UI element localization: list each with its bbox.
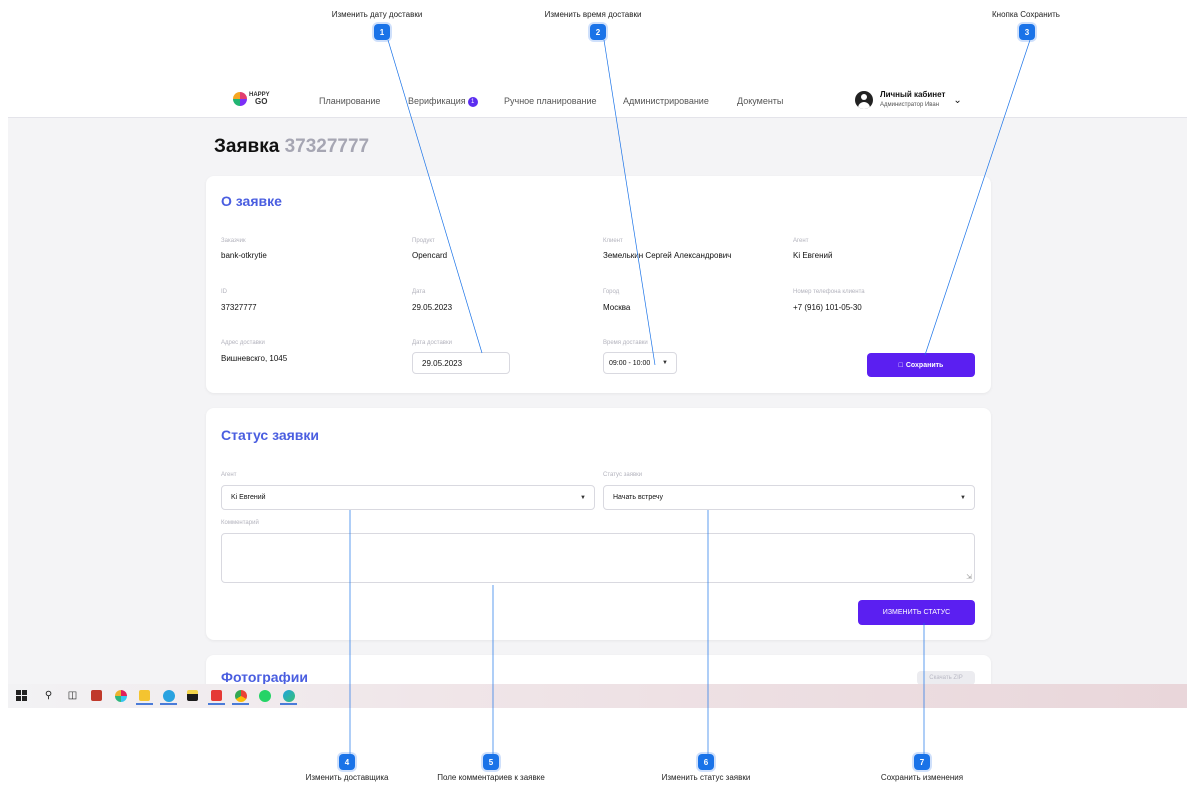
annotation-badge-1: 1: [374, 24, 390, 40]
delivery-date-input[interactable]: 29.05.2023: [412, 352, 510, 374]
annotation-label-5: Поле комментариев к заявке: [437, 773, 545, 782]
annotation-label-6: Изменить статус заявки: [661, 773, 751, 782]
resize-handle-icon[interactable]: ⇲: [966, 573, 972, 581]
verification-count-badge: 1: [467, 96, 478, 107]
delivery-time-value: 09:00 - 10:00: [609, 359, 651, 367]
annotation-badge-3: 3: [1019, 24, 1035, 40]
status-select[interactable]: Начать встречу ▼: [603, 485, 975, 510]
comment-textarea[interactable]: ⇲: [221, 533, 975, 583]
client-value: Земелькин Сергей Александрович: [603, 251, 732, 260]
annotation-badge-4: 4: [339, 754, 355, 770]
nav-documents[interactable]: Документы: [737, 96, 783, 106]
comment-label: Комментарий: [221, 520, 259, 526]
file-explorer-icon[interactable]: [136, 689, 153, 705]
search-icon[interactable]: ⚲: [42, 689, 55, 702]
phone-label: Номер телефона клиента: [793, 289, 865, 295]
customer-label: Заказчик: [221, 238, 246, 244]
id-label: ID: [221, 289, 227, 295]
windows-start-icon[interactable]: [15, 689, 28, 702]
address-label: Адрес доставки: [221, 340, 265, 346]
save-button[interactable]: □ Сохранить: [867, 353, 975, 377]
nav-verification-label: Верификация: [408, 96, 466, 106]
nav-verification[interactable]: Верификация 1: [408, 96, 478, 107]
product-label: Продукт: [412, 238, 435, 244]
id-value: 37327777: [221, 303, 257, 312]
annotation-label-4: Изменить доставщика: [305, 773, 389, 782]
caret-down-icon: ▼: [960, 494, 966, 501]
save-icon: □: [898, 361, 903, 369]
order-info-card: О заявке Заказчик bank-otkrytie Продукт …: [206, 176, 991, 393]
status-select-value: Начать встречу: [613, 494, 664, 501]
order-status-title: Статус заявки: [221, 427, 320, 443]
annotation-badge-6: 6: [698, 754, 714, 770]
top-navbar: HAPPY GO Планирование Верификация 1 Ручно…: [8, 84, 1187, 118]
photos-title: Фотографии: [221, 669, 309, 684]
delivery-time-select[interactable]: 09:00 - 10:00 ▼: [603, 352, 677, 374]
app-window: HAPPY GO Планирование Верификация 1 Ручно…: [8, 84, 1187, 684]
annotation-label-7: Сохранить изменения: [880, 773, 964, 782]
change-status-button[interactable]: ИЗМЕНИТЬ СТАТУС: [858, 600, 975, 625]
telegram-icon[interactable]: [160, 689, 177, 705]
agent-select-value: Ki Евгений: [231, 494, 266, 501]
order-number: 37327777: [284, 136, 370, 157]
annotation-label-2: Изменить время доставки: [544, 10, 642, 19]
logo-text-bottom: GO: [255, 97, 268, 106]
annotation-badge-2: 2: [590, 24, 606, 40]
date-label: Дата: [412, 289, 426, 295]
happygo-logo[interactable]: HAPPY GO: [233, 92, 270, 106]
delivery-time-label: Время доставки: [603, 340, 648, 346]
account-subtitle: Администратор Иван: [880, 102, 940, 108]
status-label: Статус заявки: [603, 472, 643, 478]
annotation-badge-7: 7: [914, 754, 930, 770]
phone-value: +7 (916) 101-05-30: [793, 303, 862, 312]
date-value: 29.05.2023: [412, 303, 453, 312]
city-label: Город: [603, 289, 620, 295]
account-title: Личный кабинет: [880, 90, 946, 99]
nav-planning[interactable]: Планирование: [319, 96, 380, 106]
slack-icon[interactable]: [114, 689, 127, 702]
edge-icon[interactable]: [280, 689, 297, 705]
product-value: Opencard: [412, 251, 448, 260]
account-menu[interactable]: Личный кабинет Администратор Иван ⌄: [855, 90, 962, 110]
task-view-icon[interactable]: ◫: [66, 689, 79, 702]
order-status-card: Статус заявки Агент Ki Евгений ▼ Статус …: [206, 408, 991, 640]
whatsapp-icon[interactable]: [258, 689, 271, 702]
sticky-notes-icon[interactable]: [186, 689, 199, 702]
page-title: Заявка 37327777: [214, 136, 370, 157]
save-button-label: Сохранить: [905, 361, 944, 369]
annotation-label-1: Изменить дату доставки: [331, 10, 423, 19]
download-zip-label: Скачать ZIP: [929, 675, 963, 681]
windows-taskbar: ⚲ ◫: [8, 684, 1187, 708]
agent-value: Ki Евгений: [793, 251, 833, 260]
change-status-button-label: ИЗМЕНИТЬ СТАТУС: [882, 609, 951, 616]
caret-down-icon: ▼: [662, 360, 668, 366]
client-label: Клиент: [603, 238, 623, 244]
address-value: Вишневскго, 1045: [221, 354, 288, 363]
agent-select[interactable]: Ki Евгений ▼: [221, 485, 595, 510]
delivery-date-label: Дата доставки: [412, 340, 452, 346]
order-info-title: О заявке: [221, 193, 282, 209]
logo-icon: [233, 92, 247, 106]
nav-manual-planning[interactable]: Ручное планирование: [504, 96, 597, 106]
city-value: Москва: [603, 303, 631, 312]
app-icon-1[interactable]: [90, 689, 103, 702]
customer-value: bank-otkrytie: [221, 251, 267, 260]
chevron-down-icon[interactable]: ⌄: [953, 95, 961, 106]
anydesk-icon[interactable]: [208, 689, 225, 705]
photos-card: Фотографии Скачать ZIP: [206, 655, 991, 684]
status-agent-label: Агент: [221, 472, 237, 478]
annotation-label-3: Кнопка Сохранить: [992, 10, 1060, 19]
chrome-icon[interactable]: [232, 689, 249, 705]
delivery-date-value: 29.05.2023: [422, 358, 463, 368]
annotation-badge-5: 5: [483, 754, 499, 770]
user-avatar-icon: [855, 91, 873, 109]
agent-label: Агент: [793, 238, 809, 244]
caret-down-icon: ▼: [580, 494, 586, 501]
nav-administration[interactable]: Администрирование: [623, 96, 709, 106]
download-zip-button[interactable]: Скачать ZIP: [917, 671, 975, 684]
